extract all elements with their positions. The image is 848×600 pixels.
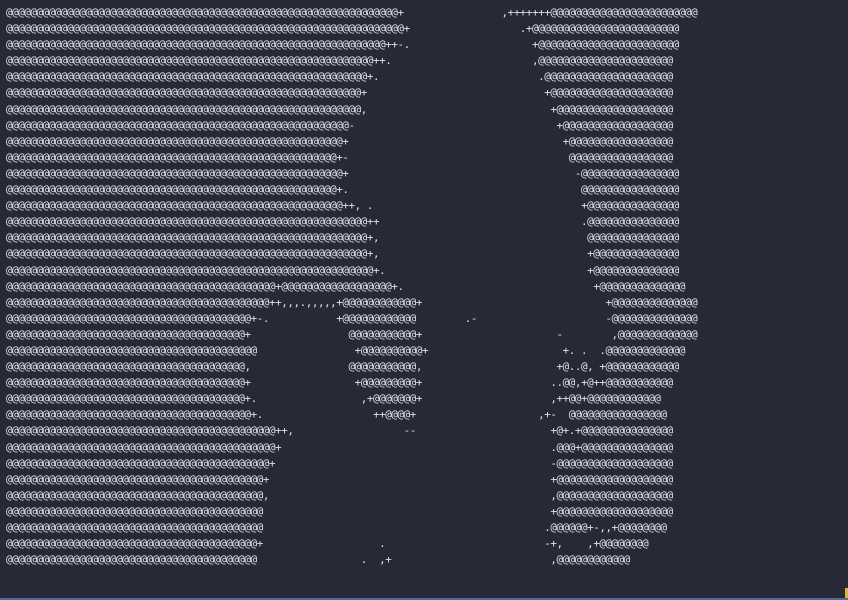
ascii-line: @@@@@@@@@@@@@@@@@@@@@@@@@@@@@@@@@@@@@@@@… (6, 6, 698, 19)
ascii-line: @@@@@@@@@@@@@@@@@@@@@@@@@@@@@@@@@@@@@@@@… (6, 521, 667, 534)
ascii-line: @@@@@@@@@@@@@@@@@@@@@@@@@@@@@@@@@@@@@@@@… (6, 456, 673, 470)
ascii-line: @@@@@@@@@@@@@@@@@@@@@@@@@@@@@@@@@@@@@@@@… (6, 263, 679, 277)
ascii-line: @@@@@@@@@@@@@@@@@@@@@@@@@@@@@@@@@@@@@@@+… (6, 327, 698, 341)
ascii-line: @@@@@@@@@@@@@@@@@@@@@@@@@@@@@@@@@@@@@@@@… (6, 70, 673, 84)
ascii-line: @@@@@@@@@@@@@@@@@@@@@@@@@@@@@@@@@@@@@@@@… (6, 150, 673, 164)
ascii-line: @@@@@@@@@@@@@@@@@@@@@@@@@@@@@@@@@@@@@@@@… (6, 424, 673, 438)
ascii-line: @@@@@@@@@@@@@@@@@@@@@@@@@@@@@@@@@@@@@@@@… (6, 247, 679, 261)
ascii-line: @@@@@@@@@@@@@@@@@@@@@@@@@@@@@@@@@@@@@@@@… (6, 488, 673, 502)
ascii-line: @@@@@@@@@@@@@@@@@@@@@@@@@@@@@@@@@@@@@@@@… (6, 537, 649, 551)
ascii-line: @@@@@@@@@@@@@@@@@@@@@@@@@@@@@@@@@@@@@@@,… (6, 360, 679, 374)
ascii-line: @@@@@@@@@@@@@@@@@@@@@@@@@@@@@@@@@@@@@@@@… (6, 215, 679, 229)
ascii-line: @@@@@@@@@@@@@@@@@@@@@@@@@@@@@@@@@@@@@@@@… (6, 231, 679, 245)
ascii-line: @@@@@@@@@@@@@@@@@@@@@@@@@@@@@@@@@@@@@@@@… (6, 134, 673, 148)
ascii-line: @@@@@@@@@@@@@@@@@@@@@@@@@@@@@@@@@@@@@@@+… (6, 392, 661, 406)
ascii-line: @@@@@@@@@@@@@@@@@@@@@@@@@@@@@@@@@@@@@@@@… (6, 440, 673, 454)
ascii-line: @@@@@@@@@@@@@@@@@@@@@@@@@@@@@@@@@@@@@@@@… (6, 86, 673, 100)
ascii-line: @@@@@@@@@@@@@@@@@@@@@@@@@@@@@@@@@@@@@@@@… (6, 553, 630, 567)
ascii-line: @@@@@@@@@@@@@@@@@@@@@@@@@@@@@@@@@@@@@@@@… (6, 199, 679, 213)
ascii-line: @@@@@@@@@@@@@@@@@@@@@@@@@@@@@@@@@@@@@@@@… (6, 343, 685, 357)
ascii-line: @@@@@@@@@@@@@@@@@@@@@@@@@@@@@@@@@@@@@@@@… (6, 472, 673, 486)
ascii-line: @@@@@@@@@@@@@@@@@@@@@@@@@@@@@@@@@@@@@@@@… (6, 279, 685, 293)
ascii-line: @@@@@@@@@@@@@@@@@@@@@@@@@@@@@@@@@@@@@@@@… (6, 118, 673, 132)
ascii-line: @@@@@@@@@@@@@@@@@@@@@@@@@@@@@@@@@@@@@@@@… (6, 54, 673, 68)
ascii-line: @@@@@@@@@@@@@@@@@@@@@@@@@@@@@@@@@@@@@@@@… (6, 504, 673, 518)
ascii-art-silhouette: @@@@@@@@@@@@@@@@@@@@@@@@@@@@@@@@@@@@@@@@… (6, 5, 698, 568)
ascii-line: @@@@@@@@@@@@@@@@@@@@@@@@@@@@@@@@@@@@@@@+… (6, 376, 673, 390)
ascii-line: @@@@@@@@@@@@@@@@@@@@@@@@@@@@@@@@@@@@@@@@… (6, 102, 673, 116)
ascii-line: @@@@@@@@@@@@@@@@@@@@@@@@@@@@@@@@@@@@@@@@… (6, 38, 679, 52)
ascii-line: @@@@@@@@@@@@@@@@@@@@@@@@@@@@@@@@@@@@@@@@… (6, 311, 698, 325)
ascii-line: @@@@@@@@@@@@@@@@@@@@@@@@@@@@@@@@@@@@@@@@… (6, 295, 698, 309)
ascii-line: @@@@@@@@@@@@@@@@@@@@@@@@@@@@@@@@@@@@@@@@… (6, 166, 679, 180)
ascii-line: @@@@@@@@@@@@@@@@@@@@@@@@@@@@@@@@@@@@@@@@… (6, 183, 679, 197)
ascii-line: @@@@@@@@@@@@@@@@@@@@@@@@@@@@@@@@@@@@@@@@… (6, 22, 679, 36)
ascii-line: @@@@@@@@@@@@@@@@@@@@@@@@@@@@@@@@@@@@@@@@… (6, 408, 667, 422)
